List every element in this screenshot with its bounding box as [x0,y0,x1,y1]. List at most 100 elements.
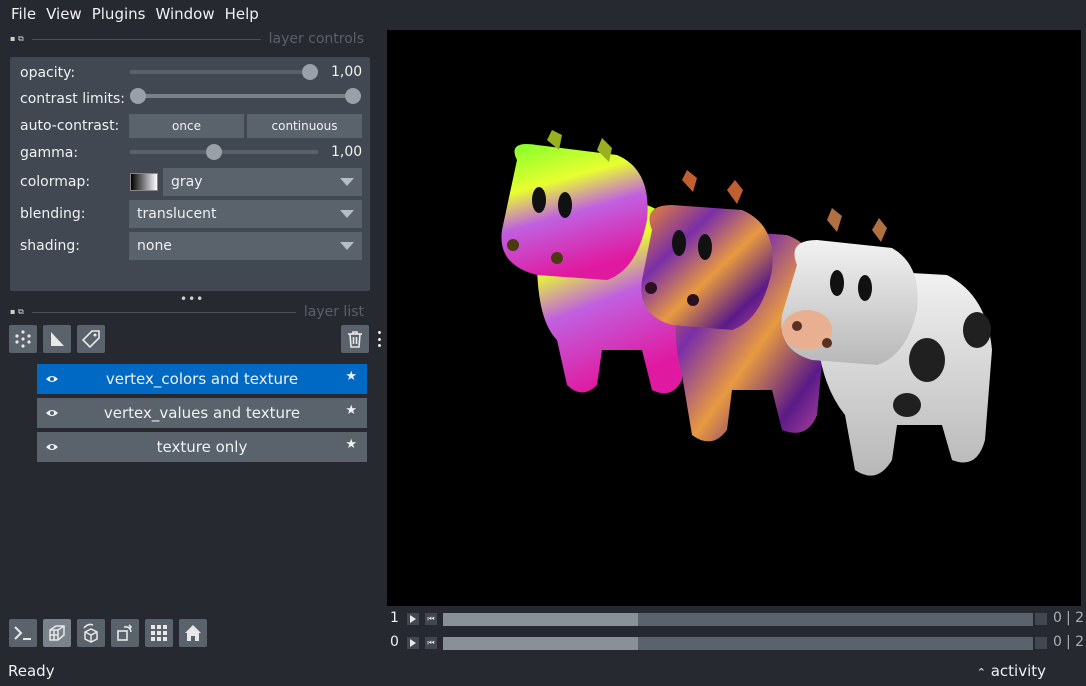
layer-item[interactable]: texture only ★ [37,432,367,462]
dim-label: 0 [390,634,399,650]
contrast-limits-label: contrast limits: [20,91,125,107]
blending-value: translucent [137,206,217,222]
layer-item[interactable]: vertex_values and texture ★ [37,398,367,428]
dim-slider[interactable] [443,613,1033,626]
transpose-dims-button[interactable] [111,619,139,647]
layer-controls-panel: opacity: 1,00 contrast limits: auto-cont… [10,57,370,291]
step-forward-button[interactable] [1035,637,1047,649]
layer-item[interactable]: vertex_colors and texture ★ [37,364,367,394]
opacity-slider-handle[interactable] [302,64,318,80]
menu-view[interactable]: View [41,5,87,23]
opacity-value: 1,00 [331,64,363,80]
new-labels-button[interactable] [77,325,105,353]
new-shapes-button[interactable] [43,325,71,353]
shading-row: shading: [20,234,130,258]
new-points-icon [15,330,31,348]
star-icon: ★ [345,437,357,452]
roll-dims-button[interactable] [77,619,105,647]
viewer-canvas[interactable] [387,30,1081,606]
more-options-icon[interactable] [377,331,381,347]
star-icon: ★ [345,403,357,418]
layer-controls-title: layer controls [268,31,364,47]
gamma-slider[interactable] [130,150,318,154]
float-icon[interactable]: ▪ ⧉ [10,307,24,317]
new-points-button[interactable] [9,325,37,353]
gamma-label: gamma: [20,145,79,161]
opacity-label: opacity: [20,65,76,81]
play-icon [410,615,416,623]
opacity-row: opacity: [20,61,130,85]
gamma-value: 1,00 [331,144,363,160]
step-forward-button[interactable] [1035,613,1047,625]
layer-list-header: ▪ ⧉ layer list [10,304,364,320]
star-icon: ★ [345,369,357,384]
ndisplay-icon [49,625,65,641]
eye-icon[interactable] [45,372,59,386]
once-button[interactable]: once [129,114,244,138]
play-button[interactable] [407,613,419,625]
chevron-up-icon: ⌃ [976,666,986,679]
blending-label: blending: [20,206,86,222]
menu-file[interactable]: File [6,5,41,23]
shading-combo[interactable]: none [129,232,362,260]
dim-current[interactable]: 0 [1053,634,1062,650]
gamma-slider-handle[interactable] [206,144,222,160]
chevron-down-icon [340,178,354,186]
contrast-max-handle[interactable] [345,88,361,104]
cow-texture-only [781,208,992,476]
continuous-button[interactable]: continuous [247,114,362,138]
dim-slider[interactable] [443,637,1033,650]
chevron-down-icon [340,242,354,250]
layer-list-title: layer list [303,304,364,320]
contrast-row: contrast limits: [20,87,130,111]
eye-icon[interactable] [45,440,59,454]
console-icon [14,626,31,640]
roll-dims-icon [83,623,98,643]
colormap-row: colormap: [20,170,130,194]
header-divider [31,311,296,313]
contrast-limits-slider[interactable] [138,94,354,98]
auto-contrast-row: auto-contrast: [20,114,130,138]
opacity-slider[interactable] [130,70,318,74]
delete-layer-button[interactable] [341,325,369,353]
dim-label: 1 [390,610,399,626]
blending-combo[interactable]: translucent [129,200,362,228]
eye-icon[interactable] [45,406,59,420]
layer-name: vertex_values and texture [103,404,301,422]
home-button[interactable] [179,619,207,647]
play-button[interactable] [407,637,419,649]
delete-layer-icon [348,331,362,348]
menubar: File View Plugins Window Help [0,0,1086,28]
layer-name: texture only [156,438,248,456]
colormap-label: colormap: [20,174,91,190]
step-back-icon: ⏮ [427,614,435,623]
step-back-button[interactable]: ⏮ [425,613,437,625]
dim-current[interactable]: 0 [1053,610,1062,626]
dims-slider-row: 1 ⏮ 0 | 2 [387,610,1086,628]
activity-button[interactable]: ⌃ activity [977,662,1046,680]
menu-plugins[interactable]: Plugins [87,5,151,23]
layer-name: vertex_colors and texture [105,370,299,388]
dim-slider-handle[interactable] [443,613,638,626]
dim-slider-handle[interactable] [443,637,638,650]
transpose-dims-icon [117,624,133,641]
float-icon[interactable]: ▪ ⧉ [10,34,24,44]
new-labels-icon [81,330,100,349]
grid-view-button[interactable] [145,619,173,647]
dim-max: | 2 [1066,610,1085,626]
contrast-min-handle[interactable] [130,88,146,104]
menu-help[interactable]: Help [220,5,264,23]
grid-icon [151,625,167,641]
layer-controls-header: ▪ ⧉ layer controls [10,31,364,47]
chevron-down-icon [340,210,354,218]
dims-slider-row: 0 ⏮ 0 | 2 [387,634,1086,652]
gamma-row: gamma: [20,141,130,165]
console-button[interactable] [9,619,37,647]
menu-window[interactable]: Window [150,5,219,23]
step-back-button[interactable]: ⏮ [425,637,437,649]
ndisplay-button[interactable] [43,619,71,647]
auto-contrast-label: auto-contrast: [20,118,120,134]
colormap-combo[interactable]: gray [163,168,362,196]
home-icon [185,625,201,641]
play-icon [410,639,416,647]
